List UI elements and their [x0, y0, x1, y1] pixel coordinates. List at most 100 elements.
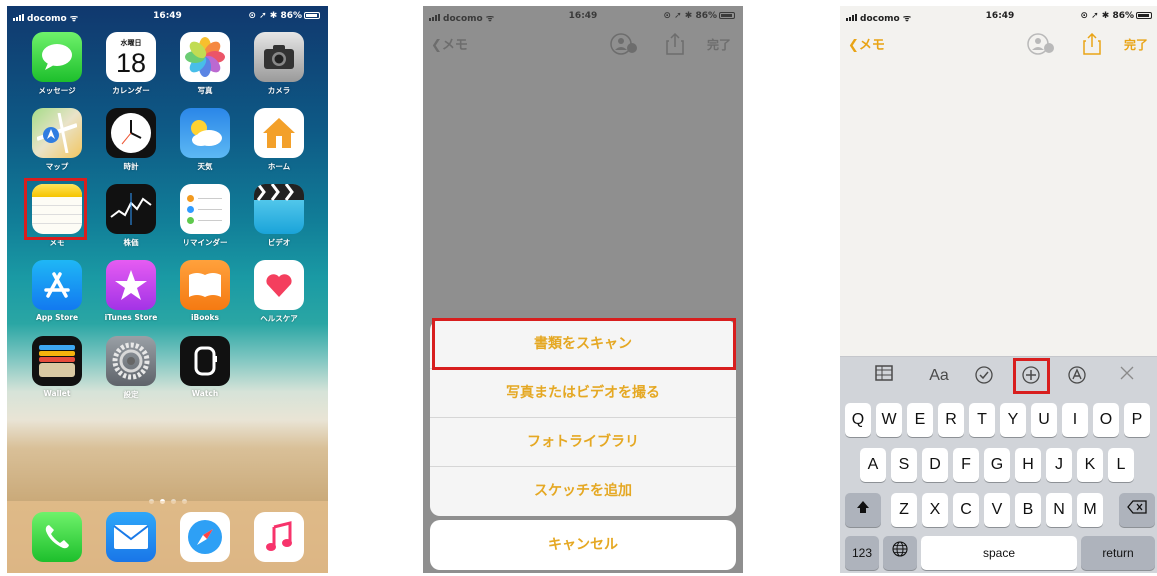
markup-icon[interactable]: [1065, 365, 1089, 387]
app-photos[interactable]: 写真: [176, 32, 234, 96]
safari-icon: [180, 512, 230, 562]
key[interactable]: J: [1046, 448, 1072, 482]
share-icon[interactable]: [665, 32, 685, 59]
app-reminders[interactable]: リマインダー: [176, 184, 234, 248]
key[interactable]: B: [1015, 493, 1041, 527]
dock-mail[interactable]: [102, 512, 160, 562]
format-icon[interactable]: Aa: [924, 365, 954, 387]
cancel-button[interactable]: キャンセル: [430, 520, 736, 570]
app-watch[interactable]: Watch: [176, 336, 234, 398]
numbers-key[interactable]: 123: [845, 536, 879, 570]
app-calendar[interactable]: 水曜日 18 カレンダー: [102, 32, 160, 96]
nav-bar: ❮メモ 完了: [423, 30, 743, 60]
home-icon: [254, 108, 304, 158]
app-health[interactable]: ヘルスケア: [250, 260, 308, 324]
back-button[interactable]: ❮メモ: [848, 34, 885, 53]
app-itunes-store[interactable]: iTunes Store: [102, 260, 160, 322]
app-home[interactable]: ホーム: [250, 108, 308, 172]
app-store-icon: [32, 260, 82, 310]
app-weather[interactable]: 天気: [176, 108, 234, 172]
key[interactable]: G: [984, 448, 1010, 482]
key[interactable]: P: [1124, 403, 1150, 437]
key[interactable]: Y: [1000, 403, 1026, 437]
calendar-weekday: 水曜日: [120, 39, 142, 47]
notes-app-highlight: [24, 178, 87, 240]
key[interactable]: W: [876, 403, 902, 437]
app-label: Watch: [191, 389, 219, 398]
globe-icon: [892, 541, 908, 557]
key[interactable]: A: [860, 448, 886, 482]
app-settings[interactable]: 設定: [102, 336, 160, 400]
done-button[interactable]: 完了: [707, 36, 731, 53]
app-label: 時計: [123, 162, 139, 171]
back-button[interactable]: ❮メモ: [431, 34, 468, 53]
checklist-icon[interactable]: [972, 365, 996, 387]
status-bar: docomo ᯤ 16:49 ⊙ ➚ ✱ 86%: [840, 6, 1157, 26]
status-right: ⊙ ➚ ✱ 86%: [248, 11, 320, 21]
key[interactable]: V: [984, 493, 1010, 527]
dock-safari[interactable]: [176, 512, 234, 562]
add-people-icon[interactable]: [1026, 33, 1056, 59]
key[interactable]: N: [1046, 493, 1072, 527]
notes-action-sheet-screen: docomo ᯤ 16:49 ⊙ ➚ ✱ 86% ❮メモ 完了 書類をスキャン …: [423, 6, 743, 573]
space-key[interactable]: space: [921, 536, 1077, 570]
app-label: マップ: [45, 162, 69, 171]
app-stocks[interactable]: 株価: [102, 184, 160, 248]
settings-icon: [106, 336, 156, 386]
key[interactable]: Q: [845, 403, 871, 437]
key[interactable]: Z: [891, 493, 917, 527]
dock-phone[interactable]: [28, 512, 86, 562]
app-maps[interactable]: マップ: [28, 108, 86, 172]
shift-key[interactable]: [845, 493, 881, 527]
key[interactable]: X: [922, 493, 948, 527]
app-label: リマインダー: [182, 238, 228, 247]
ibooks-icon: [180, 260, 230, 310]
key[interactable]: H: [1015, 448, 1041, 482]
key[interactable]: C: [953, 493, 979, 527]
dock-music[interactable]: [250, 512, 308, 562]
done-button[interactable]: 完了: [1124, 36, 1148, 53]
backspace-key[interactable]: [1119, 493, 1155, 527]
app-ibooks[interactable]: iBooks: [176, 260, 234, 322]
key[interactable]: F: [953, 448, 979, 482]
photo-library-option[interactable]: フォトライブラリ: [430, 418, 736, 467]
status-right: ⊙ ➚ ✱ 86%: [663, 11, 735, 21]
home-screen: docomo ᯤ 16:49 ⊙ ➚ ✱ 86% メッセージ 水曜日 18 カレ…: [7, 6, 328, 573]
app-messages[interactable]: メッセージ: [28, 32, 86, 96]
key[interactable]: E: [907, 403, 933, 437]
app-label: ホーム: [267, 162, 291, 171]
battery-icon: [1136, 12, 1152, 19]
key[interactable]: R: [938, 403, 964, 437]
status-bar: docomo ᯤ 16:49 ⊙ ➚ ✱ 86%: [7, 6, 328, 26]
key[interactable]: T: [969, 403, 995, 437]
clock-icon: [106, 108, 156, 158]
add-icon-highlight: [1013, 358, 1050, 394]
share-icon[interactable]: [1082, 32, 1102, 59]
return-key[interactable]: return: [1081, 536, 1155, 570]
key[interactable]: K: [1077, 448, 1103, 482]
app-camera[interactable]: カメラ: [250, 32, 308, 96]
stocks-icon: [106, 184, 156, 234]
app-label: カメラ: [267, 86, 291, 95]
app-clock[interactable]: 時計: [102, 108, 160, 172]
close-icon[interactable]: [1115, 365, 1139, 387]
app-videos[interactable]: ビデオ: [250, 184, 308, 248]
app-wallet[interactable]: Wallet: [28, 336, 86, 398]
app-app-store[interactable]: App Store: [28, 260, 86, 322]
add-sketch-option[interactable]: スケッチを追加: [430, 467, 736, 516]
calendar-date: 18: [115, 48, 147, 78]
key[interactable]: U: [1031, 403, 1057, 437]
globe-key[interactable]: [883, 536, 917, 570]
key[interactable]: O: [1093, 403, 1119, 437]
add-people-icon[interactable]: [609, 33, 639, 59]
key[interactable]: S: [891, 448, 917, 482]
key[interactable]: D: [922, 448, 948, 482]
status-bar: docomo ᯤ 16:49 ⊙ ➚ ✱ 86%: [423, 6, 743, 26]
take-photo-or-video-option[interactable]: 写真またはビデオを撮る: [430, 369, 736, 418]
backspace-icon: [1127, 500, 1147, 514]
key[interactable]: M: [1077, 493, 1103, 527]
app-label: 設定: [123, 390, 139, 399]
table-icon[interactable]: [872, 365, 896, 387]
key[interactable]: L: [1108, 448, 1134, 482]
key[interactable]: I: [1062, 403, 1088, 437]
